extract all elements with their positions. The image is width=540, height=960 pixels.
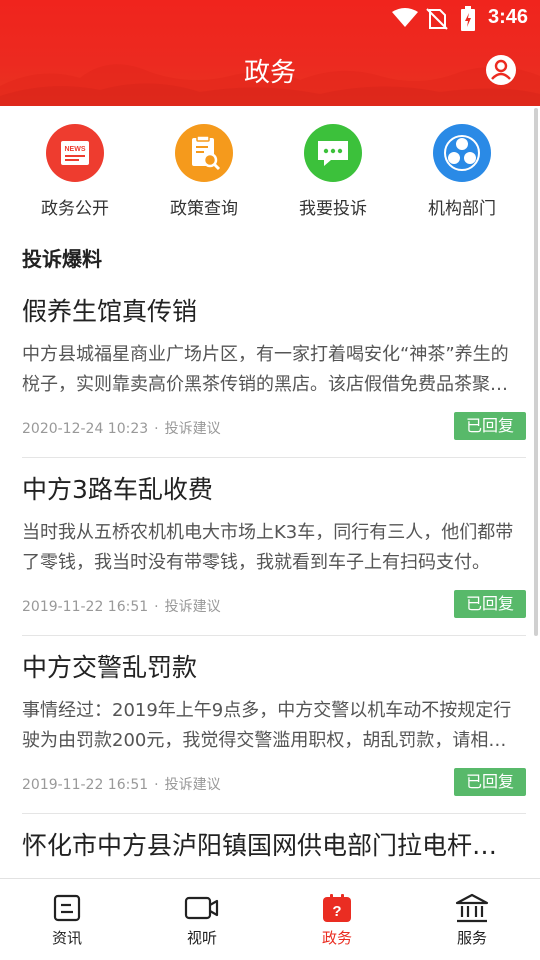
svg-text:?: ? [332,903,341,920]
news-icon: NEWS [46,124,104,182]
status-badge: 已回复 [454,590,526,618]
quick-entry-label: 我要投诉 [299,199,367,219]
quick-entry-open-affairs[interactable]: NEWS 政务公开 [20,124,130,219]
status-bar: 3:46 [0,0,540,36]
affairs-tab-icon: ? [323,894,351,922]
item-category: 投诉建议 [164,777,221,793]
bottom-tab-bar: 资讯 视听 ? 政务 服务 [0,878,540,960]
tab-news[interactable]: 资讯 [17,893,117,948]
tab-label: 政务 [321,929,352,947]
header-bar: 3:46 政务 [0,0,540,106]
scrollbar[interactable] [534,108,538,636]
status-badge: 已回复 [454,768,526,796]
page-title: 政务 [243,58,296,88]
item-date: 2020-12-24 10:23 [22,421,149,437]
tab-video[interactable]: 视听 [152,893,252,948]
item-date: 2019-11-22 16:51 [22,599,149,615]
list-item[interactable]: 怀化市中方县泸阳镇国网供电部门拉电杆… [22,814,526,874]
item-summary: 当时我从五桥农机机电大市场上K3车，同行有三人，他们都带了零钱，我当时没有带零钱… [22,522,514,573]
quick-entry-policy-search[interactable]: 政策查询 [149,124,259,219]
news-tab-icon [53,894,81,922]
quick-entry-label: 政策查询 [170,199,238,219]
wifi-icon [392,8,418,27]
quick-entry-label: 机构部门 [428,199,496,219]
tab-label: 服务 [456,929,487,947]
org-icon [433,124,491,182]
complaint-feed: 假养生馆真传销 中方县城福星商业广场片区，有一家打着喝安化“神茶”养生的梲子，实… [0,280,540,874]
policy-search-icon [175,124,233,182]
item-title: 假养生馆真传销 [22,297,198,326]
profile-icon[interactable] [485,54,517,86]
quick-entry-departments[interactable]: 机构部门 [407,124,517,219]
item-category: 投诉建议 [164,599,221,615]
item-meta: 2019-11-22 16:51 · 投诉建议 [22,777,221,793]
tab-label: 资讯 [51,929,82,947]
list-item[interactable]: 假养生馆真传销 中方县城福星商业广场片区，有一家打着喝安化“神茶”养生的梲子，实… [22,280,526,458]
list-item[interactable]: 中方交警乱罚款 事情经过：2019年上午9点多，中方交警以机车动不按规定行驶为由… [22,636,526,814]
item-meta: 2019-11-22 16:51 · 投诉建议 [22,599,221,615]
status-time: 3:46 [487,6,528,28]
item-title: 中方3路车乱收费 [22,475,213,504]
item-date: 2019-11-22 16:51 [22,777,149,793]
list-item[interactable]: 中方3路车乱收费 当时我从五桥农机机电大市场上K3车，同行有三人，他们都带了零钱… [22,458,526,636]
item-summary: 事情经过：2019年上午9点多，中方交警以机车动不按规定行驶为由罚款200元，我… [22,700,512,751]
item-title: 中方交警乱罚款 [22,653,198,682]
tab-label: 视听 [186,929,217,947]
item-meta: 2020-12-24 10:23 · 投诉建议 [22,421,221,437]
video-tab-icon [184,896,219,920]
item-summary: 中方县城福星商业广场片区，有一家打着喝安化“神茶”养生的梲子，实则靠卖高价黑茶传… [22,344,509,395]
chat-icon [304,124,362,182]
svg-text:NEWS: NEWS [65,146,86,153]
item-category: 投诉建议 [164,421,221,437]
no-sim-icon [426,8,448,30]
battery-charging-icon [461,6,475,31]
quick-entry-label: 政务公开 [41,199,109,219]
quick-entry-complaint[interactable]: 我要投诉 [278,124,388,219]
section-title: 投诉爆料 [22,247,102,271]
item-title: 怀化市中方县泸阳镇国网供电部门拉电杆… [22,831,498,860]
status-badge: 已回复 [454,412,526,440]
tab-affairs[interactable]: ? 政务 [287,893,387,948]
service-tab-icon [455,893,489,923]
quick-entries: NEWS 政务公开 政策查询 我要投诉 机构部门 [0,106,540,230]
tab-service[interactable]: 服务 [422,893,522,948]
